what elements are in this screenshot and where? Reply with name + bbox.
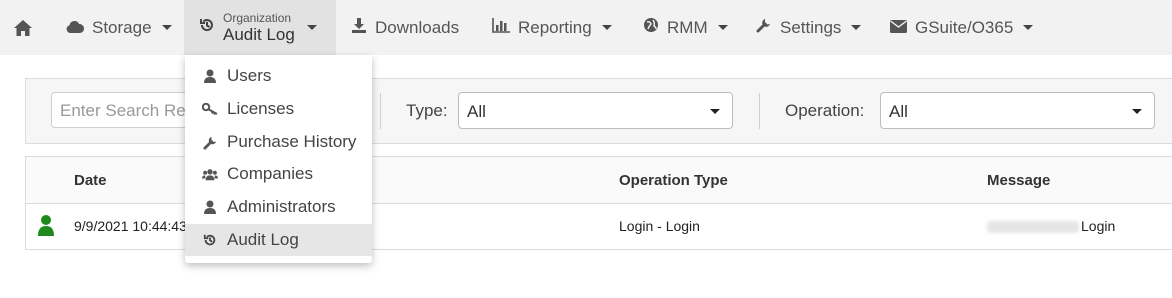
menu-item-label: Users — [227, 66, 272, 85]
chevron-down-icon — [1023, 25, 1034, 30]
globe-icon — [643, 17, 659, 38]
nav-gsuite[interactable]: GSuite/O365 — [890, 0, 1034, 55]
home-icon — [14, 19, 32, 36]
nav-reporting-label: Reporting — [518, 17, 592, 37]
type-select-value: All — [467, 102, 486, 121]
wrench-icon — [756, 17, 772, 38]
nav-settings[interactable]: Settings — [756, 0, 862, 55]
nav-rmm-label: RMM — [667, 17, 708, 37]
chevron-down-icon — [717, 25, 728, 30]
chevron-down-icon — [161, 25, 172, 30]
menu-item-label: Administrators — [227, 197, 336, 216]
nav-settings-label: Settings — [780, 17, 842, 37]
history-icon — [199, 17, 215, 38]
row-message-text: Login — [1081, 218, 1116, 234]
chevron-down-icon — [1132, 109, 1142, 114]
key-icon — [202, 103, 218, 115]
wrench-icon — [202, 135, 218, 150]
row-message: Login — [987, 218, 1115, 234]
type-select[interactable]: All — [458, 92, 733, 129]
column-header-message[interactable]: Message — [987, 172, 1050, 189]
search-input[interactable]: Enter Search Re — [51, 92, 201, 128]
menu-item-users[interactable]: Users — [185, 60, 372, 92]
nav-organization-label: Audit Log — [223, 24, 295, 44]
user-icon — [202, 69, 218, 83]
chevron-down-icon — [306, 25, 317, 30]
menu-item-purchase-history[interactable]: Purchase History — [185, 126, 372, 158]
chevron-down-icon — [710, 109, 720, 114]
menu-item-label: Purchase History — [227, 132, 357, 151]
home-link[interactable] — [13, 0, 33, 55]
operation-select-value: All — [889, 102, 908, 121]
column-header-operation-type[interactable]: Operation Type — [619, 172, 728, 189]
nav-storage[interactable]: Storage — [66, 0, 172, 55]
operation-select[interactable]: All — [880, 92, 1155, 129]
download-icon — [351, 17, 367, 38]
redacted-ip — [987, 221, 1079, 234]
menu-item-label: Licenses — [227, 99, 295, 118]
users-icon — [202, 168, 218, 181]
menu-item-audit-log[interactable]: Audit Log — [185, 224, 372, 256]
menu-item-label: Audit Log — [227, 230, 299, 249]
user-status-icon — [37, 214, 55, 241]
bar-chart-icon — [492, 17, 510, 38]
nav-reporting[interactable]: Reporting — [492, 0, 612, 55]
chevron-down-icon — [851, 25, 862, 30]
top-nav: Storage Organization Audit Log Downloads… — [0, 0, 1172, 55]
operation-label: Operation: — [785, 101, 865, 120]
nav-rmm[interactable]: RMM — [643, 0, 728, 55]
cloud-icon — [66, 18, 85, 38]
nav-organization[interactable]: Organization Audit Log — [184, 0, 336, 55]
nav-gsuite-label: GSuite/O365 — [915, 17, 1014, 37]
nav-downloads[interactable]: Downloads — [351, 0, 459, 55]
organization-dropdown-menu: Users Licenses Purchase History Companie… — [185, 55, 372, 263]
row-date: 9/9/2021 10:44:43 — [74, 218, 187, 234]
column-header-date[interactable]: Date — [74, 172, 107, 189]
menu-item-label: Companies — [227, 164, 313, 183]
nav-organization-small: Organization — [223, 10, 292, 25]
envelope-icon — [890, 18, 907, 38]
divider — [759, 93, 760, 129]
history-icon — [202, 233, 218, 247]
user-icon — [202, 200, 218, 214]
menu-item-administrators[interactable]: Administrators — [185, 191, 372, 223]
type-label: Type: — [406, 101, 448, 120]
menu-item-licenses[interactable]: Licenses — [185, 93, 372, 125]
row-operation-type: Login - Login — [619, 218, 700, 234]
menu-item-companies[interactable]: Companies — [185, 158, 372, 190]
nav-storage-label: Storage — [92, 17, 152, 37]
chevron-down-icon — [601, 25, 612, 30]
nav-downloads-label: Downloads — [375, 17, 460, 37]
divider — [380, 93, 381, 129]
